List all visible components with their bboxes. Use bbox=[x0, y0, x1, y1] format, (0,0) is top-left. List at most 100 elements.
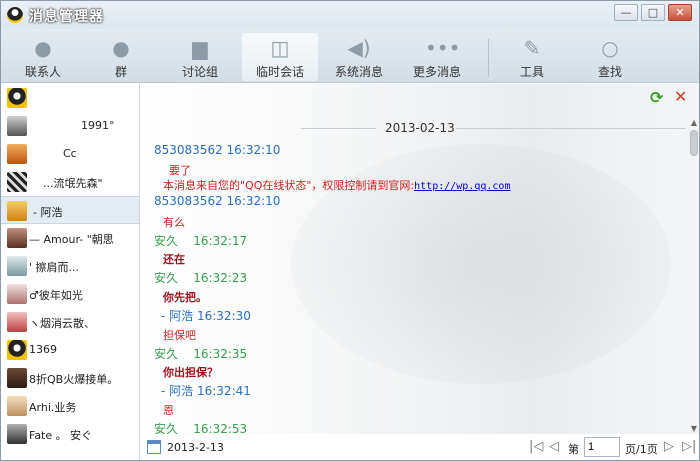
sidebar-item[interactable] bbox=[1, 84, 139, 112]
sidebar-item[interactable]: ♂彼年如光 bbox=[1, 280, 139, 308]
system-notice: 本消息来自您的"QQ在线状态"，权限控制请到官网:http://wp.qq.co… bbox=[163, 177, 510, 193]
tab-more-messages[interactable]: ••• 更多消息 bbox=[399, 33, 475, 81]
sidebar-item[interactable]: Fate 。 安ぐ bbox=[1, 420, 139, 448]
qq-penguin-icon bbox=[7, 7, 23, 23]
sidebar-item[interactable]: — Amour- "朝思 bbox=[1, 224, 139, 252]
contact-name: 8折QB火爆接单。 bbox=[29, 373, 119, 386]
date-separator-text: 2013-02-13 bbox=[385, 121, 455, 135]
sidebar-item[interactable]: 1991° bbox=[1, 112, 139, 140]
avatar bbox=[7, 144, 27, 164]
avatar bbox=[7, 201, 27, 221]
message-time: 16:32:30 bbox=[196, 309, 251, 323]
window-title: 消息管理器 bbox=[29, 9, 104, 25]
date-separator: 2013-02-13 bbox=[301, 121, 691, 135]
avatar bbox=[7, 340, 27, 360]
scroll-up-icon[interactable]: ▲ bbox=[689, 118, 699, 128]
page-prefix: 第 bbox=[568, 443, 579, 456]
sidebar-item[interactable]: 8折QB火爆接单。 bbox=[1, 364, 139, 392]
message-time: 16:32:10 bbox=[226, 143, 281, 157]
contact-name: ♂彼年如光 bbox=[29, 289, 83, 302]
message-header: 853083562 16:32:10 bbox=[154, 143, 280, 157]
discussion-icon: ▆ bbox=[192, 36, 208, 60]
scroll-down-icon[interactable]: ▼ bbox=[689, 424, 699, 434]
sidebar-item-selected[interactable]: - 阿浩 bbox=[1, 196, 139, 224]
tab-system-messages-label: 系统消息 bbox=[334, 65, 383, 79]
tools-button[interactable]: ✎ 工具 bbox=[494, 33, 570, 81]
avatar bbox=[7, 368, 27, 388]
tab-more-messages-label: 更多消息 bbox=[412, 65, 461, 79]
sidebar-item[interactable]: ...流氓先森" bbox=[1, 168, 139, 196]
tab-discussion-label: 讨论组 bbox=[181, 65, 218, 79]
date-separator-line-left bbox=[301, 128, 376, 129]
maximize-button[interactable]: □ bbox=[641, 4, 665, 21]
group-icon: ● bbox=[112, 36, 130, 60]
search-label: 查找 bbox=[597, 65, 622, 79]
avatar bbox=[7, 424, 27, 444]
message-sender: 安久 bbox=[154, 347, 179, 361]
message-header: 安久 16:32:23 bbox=[154, 269, 247, 286]
page-number-input[interactable] bbox=[584, 437, 620, 457]
wrench-icon: ✎ bbox=[523, 36, 541, 60]
message-time: 16:32:23 bbox=[193, 271, 248, 285]
sidebar-item[interactable]: Cc bbox=[1, 140, 139, 168]
contact-name: — Amour- "朝思 bbox=[29, 233, 114, 246]
first-page-icon[interactable]: |◁ bbox=[529, 439, 543, 454]
prev-page-icon[interactable]: ◁ bbox=[549, 439, 559, 454]
official-site-link[interactable]: http://wp.qq.com bbox=[414, 181, 510, 192]
refresh-icon[interactable]: ⟳ bbox=[650, 90, 666, 106]
search-button[interactable]: ○ 查找 bbox=[572, 33, 648, 81]
last-page-icon[interactable]: ▷| bbox=[682, 439, 696, 454]
delete-icon[interactable]: ✕ bbox=[674, 89, 690, 105]
message-time: 16:32:17 bbox=[193, 234, 248, 248]
status-bar: 2013-2-13 |◁ ◁ 第 页/1页 ▷ ▷| bbox=[141, 434, 699, 460]
message-header: - 阿浩 16:32:30 bbox=[161, 307, 251, 324]
sidebar-item[interactable]: 1369 bbox=[1, 336, 139, 364]
tab-contacts-label: 联系人 bbox=[24, 65, 61, 79]
message-text: 你出担保？ bbox=[163, 366, 218, 379]
avatar bbox=[7, 88, 27, 108]
avatar bbox=[7, 396, 27, 416]
next-page-icon[interactable]: ▷ bbox=[664, 439, 674, 454]
tab-system-messages[interactable]: ◀) 系统消息 bbox=[321, 33, 397, 81]
contact-name: 1991° bbox=[81, 119, 115, 132]
system-notice-text: 本消息来自您的"QQ在线状态"，权限控制请到官网: bbox=[163, 179, 415, 192]
message-time: 16:32:10 bbox=[226, 194, 281, 208]
more-icon: ••• bbox=[425, 36, 461, 60]
tab-groups[interactable]: ● 群 bbox=[83, 33, 159, 81]
sidebar-item[interactable]: ヽ烟消云散、 bbox=[1, 308, 139, 336]
message-header: 853083562 16:32:10 bbox=[154, 194, 280, 208]
contact-name: ヽ烟消云散、 bbox=[29, 317, 95, 330]
message-sender: 853083562 bbox=[154, 194, 223, 208]
page-total: 页/1页 bbox=[625, 443, 658, 456]
message-sender: - 阿浩 bbox=[161, 384, 194, 398]
message-header: 安久 16:32:17 bbox=[154, 232, 247, 249]
sidebar-item[interactable]: ' 擦肩而... bbox=[1, 252, 139, 280]
close-button[interactable]: ✕ bbox=[668, 4, 692, 21]
message-header: 安久 16:32:53 bbox=[154, 420, 247, 434]
chat-history-pane: ⟳ ✕ 2013-02-13 853083562 16:32:10 要了 本消息… bbox=[141, 84, 699, 434]
sidebar-item[interactable]: Arhi.业务 bbox=[1, 392, 139, 420]
message-time: 16:32:35 bbox=[193, 347, 248, 361]
toolbar: ● 联系人 ● 群 ▆ 讨论组 ◫ 临时会话 ◀) 系统消息 ••• 更多消息 … bbox=[1, 29, 699, 83]
tab-contacts[interactable]: ● 联系人 bbox=[5, 33, 81, 81]
calendar-icon[interactable] bbox=[147, 440, 161, 454]
contact-name: 1369 bbox=[29, 343, 57, 356]
tab-temp-chat[interactable]: ◫ 临时会话 bbox=[242, 33, 318, 81]
speaker-icon: ◀) bbox=[347, 36, 371, 60]
tab-discussion[interactable]: ▆ 讨论组 bbox=[162, 33, 238, 81]
contact-list: 1991° Cc ...流氓先森" - 阿浩 — Amour- "朝思 ' 擦肩… bbox=[1, 84, 140, 460]
avatar bbox=[7, 256, 27, 276]
message-sender: 853083562 bbox=[154, 143, 223, 157]
message-time: 16:32:53 bbox=[193, 422, 248, 434]
selected-date[interactable]: 2013-2-13 bbox=[167, 441, 224, 454]
message-time: 16:32:41 bbox=[196, 384, 251, 398]
message-sender: 安久 bbox=[154, 234, 179, 248]
message-text: 担保吧 bbox=[163, 329, 196, 342]
title-bar[interactable]: 消息管理器 — □ ✕ bbox=[1, 1, 699, 29]
tools-label: 工具 bbox=[519, 65, 544, 79]
avatar bbox=[7, 172, 27, 192]
minimize-button[interactable]: — bbox=[614, 4, 638, 21]
message-sender: 安久 bbox=[154, 271, 179, 285]
vertical-scrollbar[interactable]: ▲ ▼ bbox=[689, 118, 699, 434]
scrollbar-thumb[interactable] bbox=[690, 130, 698, 156]
